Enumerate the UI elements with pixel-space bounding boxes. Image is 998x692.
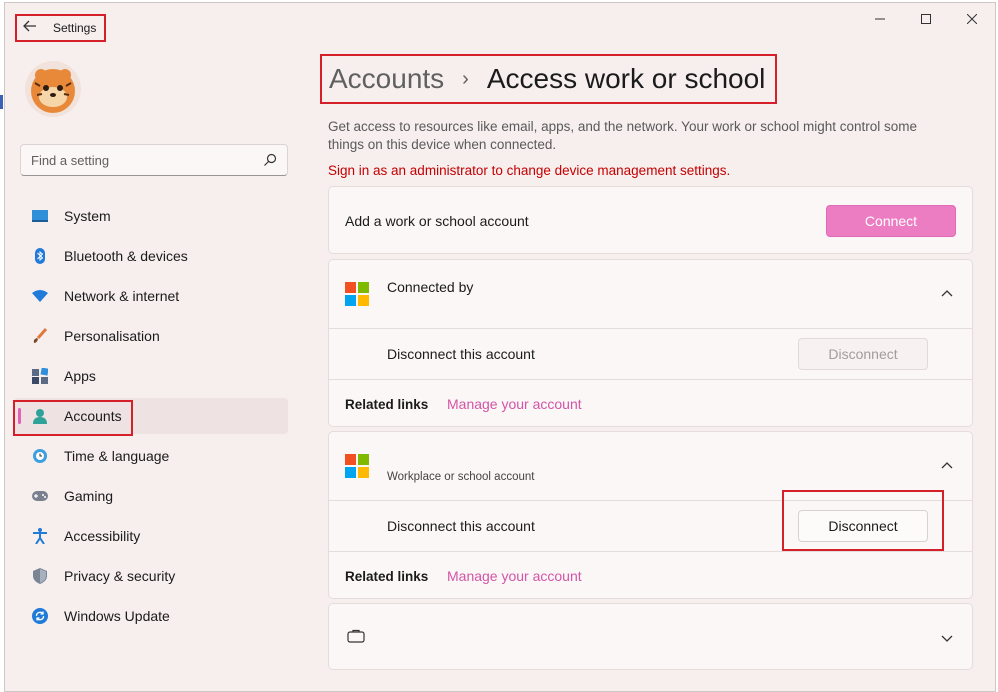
sidebar-item-label: Time & language — [64, 448, 170, 464]
monitor-icon — [32, 208, 48, 224]
sidebar-item-personalisation[interactable]: Personalisation — [14, 318, 288, 354]
account-1-header[interactable]: Connected by — [329, 260, 972, 328]
sidebar-nav: System Bluetooth & devices Network & int… — [13, 198, 288, 638]
shield-icon — [32, 568, 48, 584]
accounts-highlight — [13, 400, 133, 436]
avatar[interactable] — [25, 61, 81, 117]
disconnect-label: Disconnect this account — [387, 518, 535, 534]
search-input[interactable]: Find a setting — [20, 144, 288, 176]
sidebar-item-time-language[interactable]: Time & language — [14, 438, 288, 474]
sidebar-item-label: Privacy & security — [64, 568, 176, 584]
briefcase-icon — [347, 629, 365, 648]
clock-globe-icon — [32, 448, 48, 464]
sidebar-item-bluetooth[interactable]: Bluetooth & devices — [14, 238, 288, 274]
admin-warning: Sign in as an administrator to change de… — [328, 163, 731, 178]
bluetooth-icon — [32, 248, 48, 264]
sidebar-item-system[interactable]: System — [14, 198, 288, 234]
sidebar-item-accessibility[interactable]: Accessibility — [14, 518, 288, 554]
background-edge — [0, 95, 3, 109]
back-and-title-highlight: Settings — [15, 14, 106, 42]
page-description: Get access to resources like email, apps… — [328, 119, 918, 152]
disconnect-highlight — [782, 490, 944, 551]
sidebar-item-label: System — [64, 208, 111, 224]
sidebar-item-label: Gaming — [64, 488, 114, 504]
sidebar-item-windows-update[interactable]: Windows Update — [14, 598, 288, 634]
sidebar-item-privacy[interactable]: Privacy & security — [14, 558, 288, 594]
settings-window: Settings Find a setting System Bluetooth… — [4, 2, 996, 692]
chevron-up-icon[interactable] — [940, 459, 954, 473]
accessibility-icon — [32, 528, 48, 544]
close-icon[interactable] — [949, 3, 995, 35]
breadcrumb-parent[interactable]: Accounts — [329, 63, 444, 95]
app-title: Settings — [53, 21, 97, 35]
account-1-name: Connected by — [387, 279, 474, 295]
breadcrumb: Accounts › Access work or school — [320, 54, 777, 104]
sidebar-item-label: Network & internet — [64, 288, 180, 304]
related-links-label: Related links — [345, 396, 429, 412]
account-card-3[interactable] — [328, 603, 973, 670]
chevron-up-icon[interactable] — [940, 287, 954, 301]
maximize-icon[interactable] — [903, 3, 949, 35]
sidebar-item-apps[interactable]: Apps — [14, 358, 288, 394]
breadcrumb-separator: › — [462, 67, 469, 90]
brush-icon — [32, 328, 48, 344]
page-title: Access work or school — [486, 63, 766, 94]
sidebar-item-label: Windows Update — [64, 608, 170, 624]
back-arrow-icon[interactable] — [23, 19, 41, 37]
search-icon[interactable] — [263, 153, 277, 167]
window-controls — [857, 3, 995, 35]
search-placeholder: Find a setting — [31, 152, 110, 168]
account-card-1: Connected by Disconnect this account Dis… — [328, 259, 973, 427]
connect-button[interactable]: Connect — [826, 205, 956, 237]
microsoft-logo-icon — [345, 454, 369, 478]
gamepad-icon — [32, 488, 48, 504]
add-account-card: Add a work or school account Connect — [328, 186, 973, 254]
disconnect-label: Disconnect this account — [387, 346, 535, 362]
update-icon — [32, 608, 48, 624]
sidebar-item-label: Personalisation — [64, 328, 160, 344]
disconnect-button-disabled[interactable]: Disconnect — [798, 338, 928, 370]
apps-icon — [32, 368, 48, 384]
minimize-icon[interactable] — [857, 3, 903, 35]
chevron-down-icon[interactable] — [940, 631, 954, 645]
add-account-label: Add a work or school account — [345, 213, 529, 229]
sidebar-item-label: Accessibility — [64, 528, 141, 544]
account-2-subtitle: Workplace or school account — [387, 471, 535, 483]
wifi-icon — [32, 288, 48, 304]
sidebar-item-gaming[interactable]: Gaming — [14, 478, 288, 514]
manage-account-link[interactable]: Manage your account — [447, 568, 582, 584]
microsoft-logo-icon — [345, 282, 369, 306]
sidebar-item-label: Bluetooth & devices — [64, 248, 188, 264]
related-links-label: Related links — [345, 568, 429, 584]
sidebar-item-network[interactable]: Network & internet — [14, 278, 288, 314]
sidebar-item-label: Apps — [64, 368, 96, 384]
manage-account-link[interactable]: Manage your account — [447, 396, 582, 412]
